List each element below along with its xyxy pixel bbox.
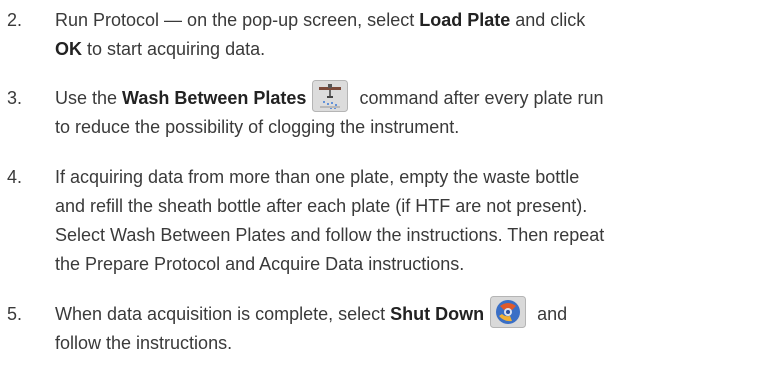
step-line: Use the Wash Between Plates command afte… [55,80,755,113]
step-line: the Prepare Protocol and Acquire Data in… [55,254,465,274]
shut-down-icon [490,296,527,329]
step-line: Run Protocol — on the pop-up screen, sel… [55,10,586,30]
step-number: 3. [7,88,23,108]
step-text: When data acquisition is complete, selec… [55,296,755,358]
step-line: to reduce the possibility of clogging th… [55,117,460,137]
shut-down-label: Shut Down [390,304,485,324]
step-line: follow the instructions. [55,333,233,353]
step-line: and refill the sheath bottle after each … [55,196,588,216]
load-plate-label: Load Plate [419,10,511,30]
instruction-document: 2. Run Protocol — on the pop-up screen, … [0,0,767,371]
wash-between-plates-label: Wash Between Plates [122,88,307,108]
step-line: OK to start acquiring data. [55,39,266,59]
wash-between-plates-icon [312,80,349,113]
step-text: Run Protocol — on the pop-up screen, sel… [55,6,755,64]
step-line: When data acquisition is complete, selec… [55,296,755,329]
step-line: Select Wash Between Plates and follow th… [55,225,605,245]
step-text: If acquiring data from more than one pla… [55,163,755,279]
step-text: Use the Wash Between Plates command afte… [55,80,755,142]
step-line: If acquiring data from more than one pla… [55,167,580,187]
ok-label: OK [55,39,82,59]
step-number: 5. [7,304,23,324]
step-number: 4. [7,167,23,187]
step-number: 2. [7,10,23,30]
